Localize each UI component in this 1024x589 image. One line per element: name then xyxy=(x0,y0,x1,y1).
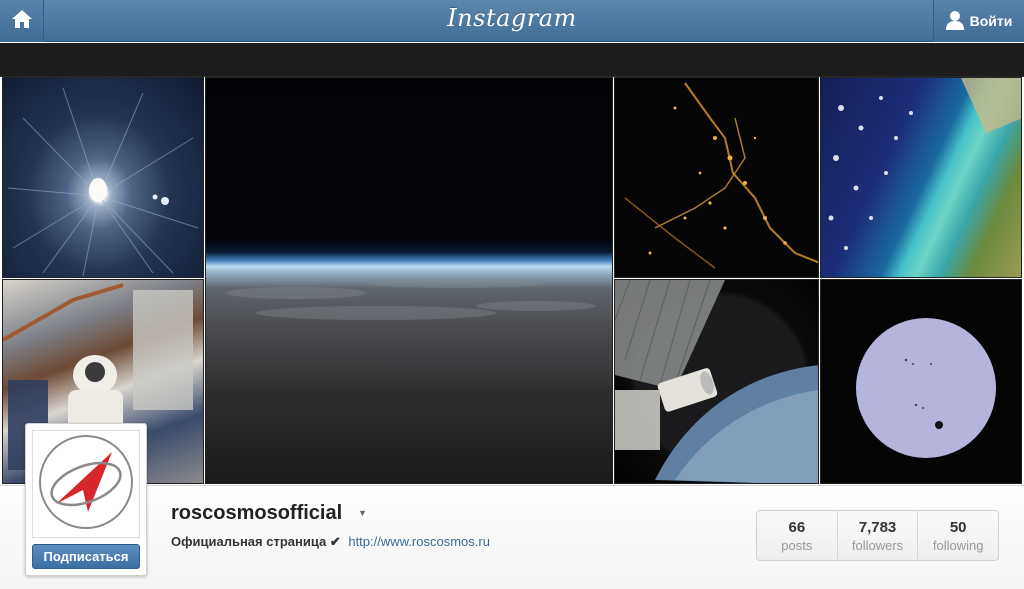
photo-tile-coastline[interactable] xyxy=(820,77,1022,278)
header-banner-strip xyxy=(0,43,1024,77)
stat-following-value: 50 xyxy=(949,519,967,536)
photo-tile-city-lights[interactable] xyxy=(614,77,819,278)
person-icon xyxy=(945,10,964,33)
bio-text: Официальная страница ✔ xyxy=(171,534,341,549)
profile-username[interactable]: roscosmosofficial xyxy=(171,502,342,525)
stat-posts-label: posts xyxy=(781,538,813,553)
profile-bio: Официальная страница ✔ http://www.roscos… xyxy=(171,534,490,550)
stat-following[interactable]: 50 following xyxy=(918,511,998,560)
photo-tile-station-window[interactable] xyxy=(614,279,819,484)
stat-followers[interactable]: 7,783 followers xyxy=(838,511,919,560)
follow-button[interactable]: Подписаться xyxy=(32,544,140,569)
photo-tile-volcano[interactable] xyxy=(2,77,204,278)
avatar-card: Подписаться xyxy=(25,423,147,576)
bio-website-link[interactable]: http://www.roscosmos.ru xyxy=(348,534,490,549)
stat-followers-label: followers xyxy=(851,538,904,553)
top-nav-bar: Instagram Войти xyxy=(0,0,1024,42)
stat-following-label: following xyxy=(932,538,984,553)
stat-posts-value: 66 xyxy=(788,519,806,536)
caret-down-icon[interactable]: ▼ xyxy=(358,508,367,518)
instagram-logo[interactable]: Instagram xyxy=(0,4,1024,32)
login-button[interactable]: Войти xyxy=(933,0,1024,42)
avatar[interactable] xyxy=(32,430,140,538)
stat-posts[interactable]: 66 posts xyxy=(757,511,838,560)
stat-followers-value: 7,783 xyxy=(858,519,897,536)
photo-tile-venus-transit[interactable] xyxy=(820,279,1022,484)
profile-stats: 66 posts 7,783 followers 50 following xyxy=(756,510,999,561)
login-label: Войти xyxy=(969,13,1013,29)
roscosmos-logo-icon xyxy=(36,432,136,537)
photo-tile-earth-horizon[interactable] xyxy=(205,77,613,484)
